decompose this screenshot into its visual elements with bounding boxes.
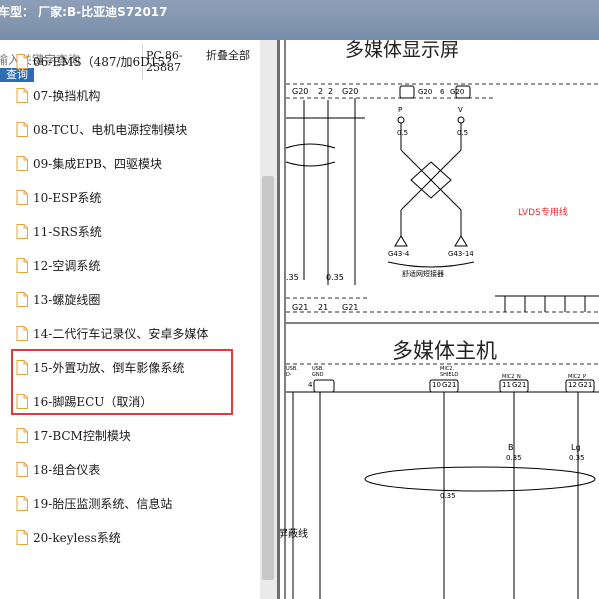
scrollbar-thumb[interactable] <box>262 176 274 580</box>
chapter-item-label: 18-组合仪表 <box>33 462 101 477</box>
wire-05-b: 0.5 <box>457 129 468 137</box>
display-title: 多媒体显示屏 <box>345 40 459 61</box>
pin-6: 6 <box>440 88 445 96</box>
chapter-item[interactable]: 06-EMS（487/加6D15? <box>16 50 172 72</box>
chapter-item[interactable]: 08-TCU、电机电源控制模块 <box>16 118 187 140</box>
wire-35-left: .35 <box>286 273 299 282</box>
wire-lg: Lg <box>571 443 581 452</box>
document-icon <box>16 155 28 171</box>
document-icon <box>16 495 28 511</box>
usb-gnd-label-b: GND <box>312 372 324 378</box>
pin-g21-12: G21 <box>578 381 592 389</box>
wiring-diagram-view: 多媒体显示屏 G20 2 2 G20 G20 6 G20 P V 0.5 0.5… <box>280 40 599 599</box>
connector-g20-left: G20 <box>292 87 308 96</box>
chapter-item[interactable]: 19-胎压监测系统、信息站 <box>16 492 172 514</box>
chapter-item-label: 10-ESP系统 <box>33 190 102 205</box>
pin-4: 4 <box>308 381 313 389</box>
chapter-item[interactable]: 20-keyless系统 <box>16 526 121 548</box>
wire-b-size: 0.35 <box>506 454 522 462</box>
lvds-label: LVDS专用线 <box>518 206 568 218</box>
document-icon <box>16 461 28 477</box>
document-icon <box>16 427 28 443</box>
pin-2b: 2 <box>328 87 333 96</box>
pin-21: 21 <box>318 303 328 312</box>
mic-shield-label-b: SHIELD <box>440 372 458 378</box>
pin-g21-11: G21 <box>512 381 526 389</box>
chapter-item[interactable]: 09-集成EPB、四驱模块 <box>16 152 162 174</box>
chapter-item-label: 13-螺旋线圈 <box>33 292 101 307</box>
pin-p-label: P <box>398 106 402 114</box>
window-titlebar: 车型： 厂家:B-比亚迪S72017 <box>0 0 599 40</box>
collapse-all-button[interactable]: 折叠全部 <box>206 50 252 62</box>
chapter-item[interactable]: 12-空调系统 <box>16 254 100 276</box>
chapter-item[interactable]: 07-换挡机构 <box>16 84 100 106</box>
chapter-item-label: 12-空调系统 <box>33 258 101 273</box>
mic-n-label: MIC2_N <box>502 374 521 380</box>
chapter-item-label: 11-SRS系统 <box>33 224 102 239</box>
chapter-item[interactable]: 18-组合仪表 <box>16 458 100 480</box>
host-title: 多媒体主机 <box>392 339 497 363</box>
ground-g43-4: G43-4 <box>388 250 410 258</box>
document-icon <box>16 223 28 239</box>
wire-035: 0.35 <box>326 273 344 282</box>
chapter-item[interactable]: 10-ESP系统 <box>16 186 101 208</box>
ground-g43-14: G43-14 <box>448 250 474 258</box>
connector-g21-left: G21 <box>292 303 308 312</box>
document-icon <box>16 53 28 69</box>
toc-scrollbar[interactable] <box>260 40 277 599</box>
document-icon <box>16 529 28 545</box>
highlight-box <box>11 349 233 415</box>
pin-v-label: V <box>458 106 463 114</box>
usb-label-b: D- <box>286 372 292 378</box>
chapter-item[interactable]: 14-二代行车记录仪、安卓多媒体 <box>16 322 208 344</box>
wire-shield-size: 0.35 <box>440 492 456 500</box>
chapter-item-label: 08-TCU、电机电源控制模块 <box>33 122 188 137</box>
pin-12: 12 <box>568 381 577 389</box>
chapter-item[interactable]: 11-SRS系统 <box>16 220 102 242</box>
document-icon <box>16 121 28 137</box>
connector-g20-mid: G20 <box>418 88 432 96</box>
connector-g20-left-b: G20 <box>342 87 358 96</box>
chapter-item[interactable]: 13-螺旋线圈 <box>16 288 100 310</box>
mic-p-label: MIC2_P <box>568 374 586 380</box>
toc-pane: 查询 PC.86-25887 折叠全部 06-EMS（487/加6D15?07-… <box>0 40 277 599</box>
connector-g21-right: G21 <box>342 303 358 312</box>
chapter-item[interactable]: 17-BCM控制模块 <box>16 424 131 446</box>
chapter-item-label: 09-集成EPB、四驱模块 <box>33 156 162 171</box>
wire-b: B <box>508 443 514 452</box>
chapter-item-label: 14-二代行车记录仪、安卓多媒体 <box>33 326 209 341</box>
window-title: 车型： 厂家:B-比亚迪S72017 <box>0 5 168 19</box>
chapter-item-label: 19-胎压监测系统、信息站 <box>33 496 173 511</box>
chapter-item-label: 06-EMS（487/加6D15? <box>33 54 172 69</box>
wire-05-a: 0.5 <box>397 129 408 137</box>
pin-11: 11 <box>502 381 511 389</box>
pin-10: 10 <box>432 381 441 389</box>
shield-label: 屏蔽线 <box>280 527 308 540</box>
document-icon <box>16 325 28 341</box>
pin-g21-10: G21 <box>442 381 456 389</box>
document-icon <box>16 189 28 205</box>
wiring-diagram: 多媒体显示屏 G20 2 2 G20 G20 6 G20 P V 0.5 0.5… <box>280 40 599 599</box>
document-icon <box>16 257 28 273</box>
document-icon <box>16 87 28 103</box>
ground-caption: 舒适网短接器 <box>402 269 444 278</box>
document-icon <box>16 291 28 307</box>
chapter-item-label: 17-BCM控制模块 <box>33 428 131 443</box>
chapter-item-label: 07-换挡机构 <box>33 88 101 103</box>
wire-lg-size: 0.35 <box>569 454 585 462</box>
pin-2a: 2 <box>318 87 323 96</box>
chapter-item-label: 20-keyless系统 <box>33 530 121 545</box>
connector-g20-right: G20 <box>450 88 464 96</box>
